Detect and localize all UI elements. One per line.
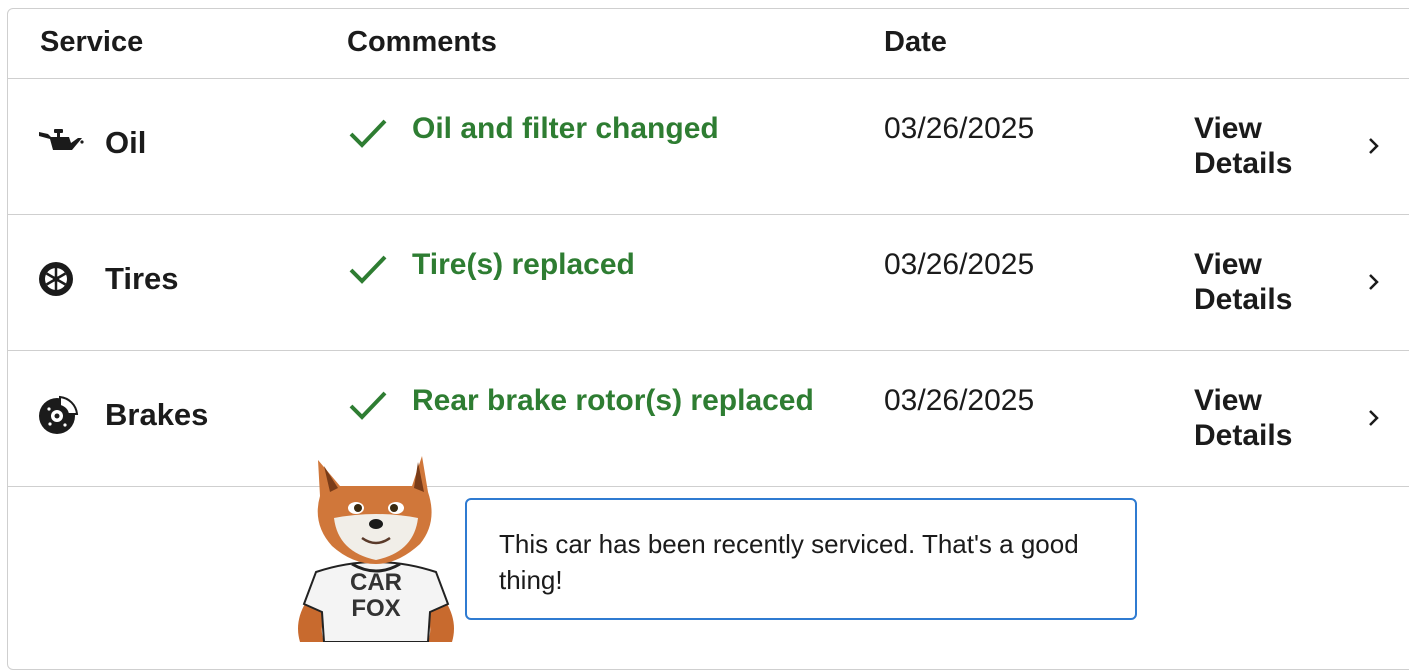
comment-text: Tire(s) replaced (412, 248, 635, 281)
service-name: Brakes (105, 397, 209, 432)
chevron-right-icon[interactable] (1364, 403, 1384, 433)
view-details-link[interactable]: View Details (1194, 111, 1292, 181)
view-details-line2: Details (1194, 283, 1293, 316)
service-cell: Tires (38, 257, 179, 301)
checkmark-icon (348, 389, 398, 429)
comment-cell: Rear brake rotor(s) replaced (348, 383, 814, 429)
service-date: 03/26/2025 (884, 112, 1035, 145)
view-details-line1: View (1194, 248, 1262, 281)
view-details-line1: View (1194, 112, 1262, 145)
carfox-mascot-image: CAR FOX (288, 452, 464, 643)
table-row-brakes[interactable]: Brakes Rear brake rotor(s) replaced 03/2… (8, 351, 1409, 487)
comment-text: Rear brake rotor(s) replaced (412, 384, 814, 417)
service-date: 03/26/2025 (884, 384, 1035, 417)
header-service: Service (40, 26, 144, 58)
table-row-tires[interactable]: Tires Tire(s) replaced 03/26/2025 View D… (8, 215, 1409, 351)
view-details-line2: Details (1194, 147, 1293, 180)
view-details-link[interactable]: View Details (1194, 383, 1292, 453)
checkmark-icon (348, 117, 398, 157)
comment-cell: Tire(s) replaced (348, 247, 635, 293)
shirt-text-line2: FOX (351, 595, 400, 622)
comment-text: Oil and filter changed (412, 112, 719, 145)
view-details-link[interactable]: View Details (1194, 247, 1292, 317)
service-date: 03/26/2025 (884, 248, 1035, 281)
service-name: Tires (105, 261, 179, 296)
table-row-oil[interactable]: Oil Oil and filter changed 03/26/2025 Vi… (8, 79, 1409, 215)
service-cell: Oil (38, 121, 146, 165)
message-text: This car has been recently serviced. Tha… (499, 529, 1079, 595)
view-details-line2: Details (1194, 419, 1293, 452)
chevron-right-icon[interactable] (1364, 131, 1384, 161)
brake-disc-icon (38, 393, 90, 437)
message-bubble: This car has been recently serviced. Tha… (465, 498, 1137, 620)
shirt-text-line1: CAR (350, 569, 402, 596)
header-comments: Comments (347, 26, 497, 58)
comment-cell: Oil and filter changed (348, 111, 719, 157)
service-cell: Brakes (38, 393, 208, 437)
header-date: Date (884, 26, 947, 58)
tire-icon (38, 257, 90, 301)
oil-can-icon (38, 121, 90, 165)
table-header: Service Comments Date (8, 9, 1409, 79)
view-details-line1: View (1194, 384, 1262, 417)
service-name: Oil (105, 125, 147, 160)
checkmark-icon (348, 253, 398, 293)
chevron-right-icon[interactable] (1364, 267, 1384, 297)
